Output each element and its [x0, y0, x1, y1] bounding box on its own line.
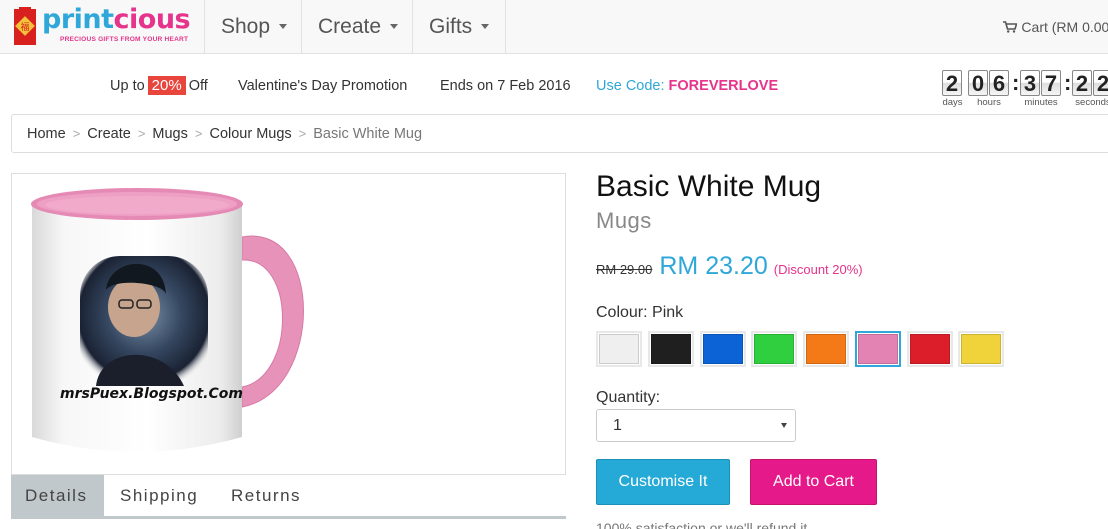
tab-shipping[interactable]: Shipping	[120, 475, 198, 516]
swatch-red[interactable]	[907, 331, 953, 367]
select-arrow-icon	[781, 423, 787, 428]
mug-image-caption: mrsPuex.Blogspot.Com	[60, 386, 243, 402]
countdown-digit: 3	[1020, 70, 1040, 96]
product-tabs: Details Shipping Returns	[11, 475, 566, 519]
price-discount: (Discount 20%)	[773, 262, 863, 277]
breadcrumb-current: Basic White Mug	[313, 125, 423, 142]
printcious-logo[interactable]: 福 printcious PRECIOUS GIFTS FROM YOUR HE…	[14, 5, 192, 49]
cart-link[interactable]: Cart (RM 0.00)	[1003, 0, 1108, 53]
swatch-orange[interactable]	[803, 331, 849, 367]
customise-button[interactable]: Customise It	[596, 459, 730, 505]
countdown-minutes-label: minutes	[1024, 97, 1058, 108]
cart-icon	[1003, 20, 1018, 33]
promo-ends: Ends on 7 Feb 2016	[440, 78, 571, 94]
promo-percent-badge: 20%	[147, 76, 186, 95]
countdown-minutes: 3 7 minutes	[1020, 70, 1062, 108]
countdown-digit: 2	[1093, 70, 1108, 96]
chinese-new-year-flag-icon: 福	[14, 7, 36, 45]
nav-shop[interactable]: Shop	[204, 0, 303, 53]
breadcrumb: Home > Create > Mugs > Colour Mugs > Bas…	[11, 114, 1108, 153]
colour-label: Colour: Pink	[596, 304, 684, 321]
promo-code-label: Use Code:	[596, 78, 665, 94]
logo-tagline: PRECIOUS GIFTS FROM YOUR HEART	[60, 36, 189, 43]
nav-shop-label: Shop	[221, 14, 271, 38]
promo-off: Off	[188, 78, 208, 94]
promo-discount: Up to 20% Off	[110, 76, 208, 95]
promo-code: Use Code: FOREVERLOVE	[596, 78, 778, 94]
tab-returns[interactable]: Returns	[231, 475, 301, 516]
svg-text:福: 福	[20, 21, 29, 33]
swatch-green[interactable]	[751, 331, 797, 367]
promo-bar: Up to 20% Off Valentine's Day Promotion En…	[0, 54, 1108, 114]
nav-gifts[interactable]: Gifts	[412, 0, 507, 53]
guarantee-text: 100% satisfaction or we'll refund it	[596, 520, 808, 529]
countdown-separator: :	[1012, 70, 1020, 95]
countdown-separator: :	[1064, 70, 1072, 95]
countdown-days-label: days	[942, 97, 963, 108]
tab-details[interactable]: Details	[11, 475, 104, 516]
product-category: Mugs	[596, 208, 652, 233]
product-image-frame[interactable]: mrsPuex.Blogspot.Com	[11, 173, 566, 475]
add-to-cart-button[interactable]: Add to Cart	[750, 459, 877, 505]
countdown-days: 2 days	[942, 70, 963, 108]
mug-product-image	[31, 188, 304, 452]
swatch-pink[interactable]	[855, 331, 901, 367]
countdown-digit: 0	[968, 70, 988, 96]
countdown-hours: 0 6 hours	[968, 70, 1010, 108]
countdown-hours-label: hours	[977, 97, 1001, 108]
nav-create-label: Create	[318, 14, 382, 38]
cart-label: Cart (RM 0.00)	[1021, 18, 1108, 35]
breadcrumb-home[interactable]: Home	[27, 126, 66, 142]
breadcrumb-separator: >	[72, 126, 81, 141]
countdown-digit: 2	[942, 70, 962, 96]
nav-create[interactable]: Create	[301, 0, 414, 53]
swatch-blue[interactable]	[700, 331, 746, 367]
swatch-yellow[interactable]	[958, 331, 1004, 367]
countdown-digit: 7	[1041, 70, 1061, 96]
breadcrumb-create[interactable]: Create	[87, 126, 131, 142]
price-original: RM 29.00	[596, 262, 653, 277]
logo-wordmark: printcious	[42, 4, 191, 35]
nav-gifts-label: Gifts	[429, 14, 473, 38]
quantity-select[interactable]: 1	[596, 409, 796, 442]
caret-down-icon	[279, 24, 288, 29]
breadcrumb-separator: >	[298, 126, 307, 141]
price-sale: RM 23.20	[659, 252, 768, 280]
caret-down-icon	[481, 24, 490, 29]
countdown-seconds-label: seconds	[1075, 97, 1108, 108]
breadcrumb-mugs[interactable]: Mugs	[152, 126, 187, 142]
top-navbar: 福 printcious PRECIOUS GIFTS FROM YOUR HE…	[0, 0, 1108, 54]
countdown-digit: 2	[1072, 70, 1092, 96]
promo-up-to: Up to	[110, 78, 145, 94]
quantity-label: Quantity:	[596, 389, 661, 406]
promo-name: Valentine's Day Promotion	[238, 78, 408, 94]
breadcrumb-separator: >	[137, 126, 146, 141]
promo-code-value: FOREVERLOVE	[668, 78, 779, 94]
countdown-seconds: 2 2 seconds	[1072, 70, 1108, 108]
price-row: RM 29.00 RM 23.20 (Discount 20%)	[596, 252, 863, 281]
breadcrumb-colour-mugs[interactable]: Colour Mugs	[209, 126, 291, 142]
swatch-black[interactable]	[648, 331, 694, 367]
countdown-digit: 6	[989, 70, 1009, 96]
quantity-value: 1	[613, 416, 622, 434]
caret-down-icon	[390, 24, 399, 29]
breadcrumb-separator: >	[194, 126, 203, 141]
swatch-white[interactable]	[596, 331, 642, 367]
product-title: Basic White Mug	[596, 170, 822, 203]
